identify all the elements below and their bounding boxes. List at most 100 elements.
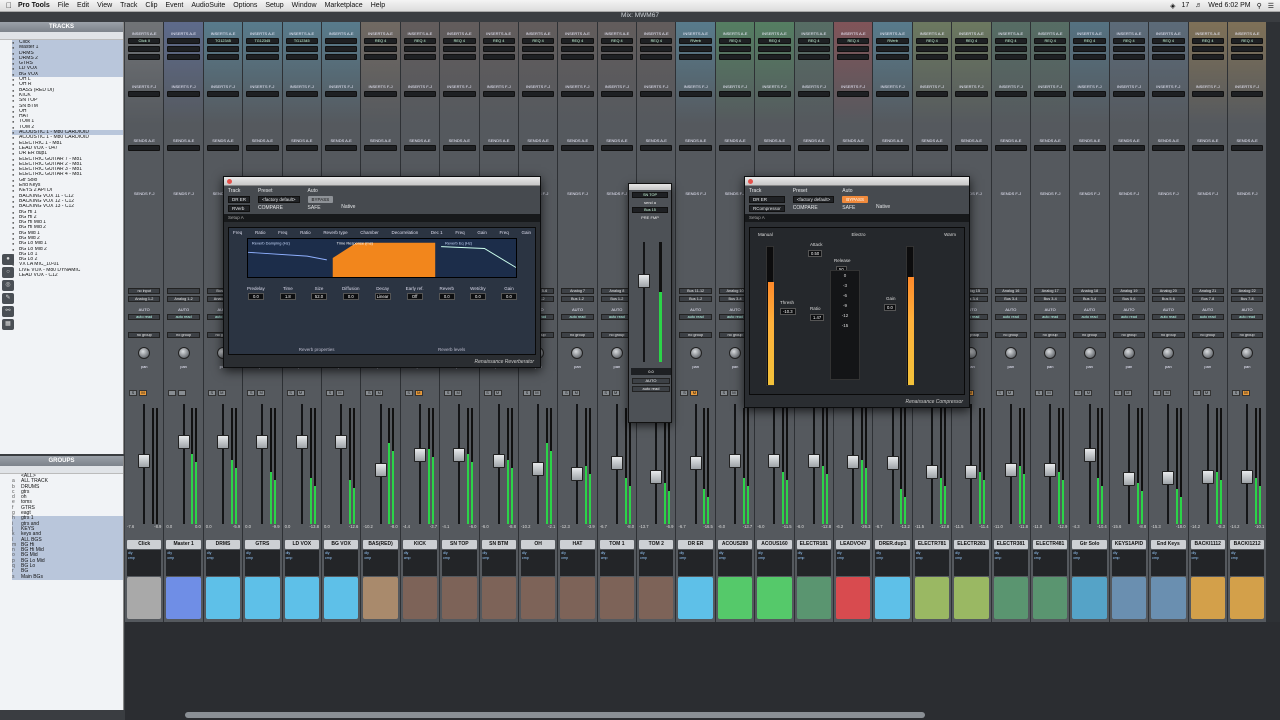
solo-button[interactable]: S	[719, 390, 728, 396]
input-selector[interactable]: Bus 11-12	[679, 288, 712, 294]
volume-value[interactable]: -13.7	[639, 524, 649, 529]
insert-slot[interactable]: REQ 4	[1073, 38, 1106, 44]
automation-mode[interactable]: auto read	[561, 314, 594, 320]
mute-button[interactable]: M	[1202, 390, 1211, 396]
insert-slot[interactable]	[758, 54, 791, 60]
insert-slot[interactable]: REQ 4	[718, 38, 752, 44]
track-name[interactable]: TOM 2	[639, 540, 674, 549]
insert-slot[interactable]	[1073, 54, 1106, 60]
volume-fader[interactable]	[807, 453, 820, 468]
send-slot[interactable]	[285, 145, 318, 151]
reverb-type-value[interactable]: Chamber	[360, 230, 379, 235]
insert-slot[interactable]	[797, 46, 831, 52]
insert-selector[interactable]: RCompressor	[749, 205, 785, 212]
insert-slot[interactable]	[718, 54, 752, 60]
track-name[interactable]: Gtr Solo	[1072, 540, 1107, 549]
solo-button[interactable]: S	[1153, 390, 1162, 396]
insert-slot[interactable]	[167, 91, 200, 97]
insert-slot[interactable]	[1191, 54, 1224, 60]
volume-fader[interactable]	[1083, 448, 1096, 462]
output-selector[interactable]: Bus 5-6	[1152, 296, 1185, 302]
fader-track[interactable]	[576, 404, 579, 524]
send-slot[interactable]	[1073, 145, 1106, 151]
volume-fader[interactable]	[768, 453, 781, 468]
send-slot[interactable]	[758, 145, 791, 151]
insert-slot[interactable]	[797, 91, 831, 97]
volume-value[interactable]: -15.6	[1112, 524, 1122, 529]
volume-fader[interactable]	[177, 434, 190, 449]
track-selector[interactable]: DR ER	[749, 196, 785, 203]
insert-slot[interactable]	[521, 46, 555, 52]
reverb-control-value[interactable]: 0.0	[438, 293, 455, 300]
reverb-control[interactable]: Size 52.0	[310, 286, 327, 300]
output-selector[interactable]: Bus 3-4	[994, 296, 1027, 302]
track-name[interactable]: BAS(RED)	[363, 540, 398, 549]
menu-audiosuite[interactable]: AudioSuite	[191, 2, 225, 9]
insert-slot[interactable]: REQ 4	[640, 38, 673, 44]
mute-button[interactable]: M	[414, 390, 423, 396]
send-slot[interactable]	[443, 145, 476, 151]
automation-mode[interactable]: auto read	[1112, 314, 1146, 320]
solo-button[interactable]: S	[404, 390, 413, 396]
send-slot[interactable]	[1152, 145, 1185, 151]
automation-mode[interactable]: auto read	[1230, 314, 1264, 320]
insert-slot[interactable]	[1112, 54, 1146, 60]
pan-knob[interactable]	[1122, 347, 1135, 359]
send-auto-mode[interactable]: auto read	[632, 386, 670, 392]
volume-value[interactable]: -14.2	[1230, 524, 1240, 529]
reverb-control-value[interactable]: 0.0	[247, 293, 264, 300]
solo-button[interactable]: S	[444, 390, 453, 396]
insert-slot[interactable]	[324, 91, 358, 97]
manual-mode[interactable]: Manual	[758, 232, 773, 237]
track-color-bar[interactable]	[599, 577, 635, 619]
send-slot[interactable]	[521, 145, 555, 151]
group-selector[interactable]: no group	[1073, 332, 1106, 338]
insert-slot[interactable]	[246, 91, 279, 97]
volume-fader[interactable]	[1122, 472, 1135, 487]
reverb-control[interactable]: Wet/dry 0.0	[469, 286, 486, 300]
reverb-titlebar[interactable]	[224, 177, 540, 186]
insert-slot[interactable]	[640, 91, 673, 97]
insert-slot[interactable]: REQ 4	[482, 38, 515, 44]
reverb-control[interactable]: Time 1.8	[279, 286, 296, 300]
clock[interactable]: Wed 6:02 PM	[1208, 2, 1250, 9]
volume-icon[interactable]: ♬	[1195, 2, 1202, 9]
insert-slot[interactable]	[285, 91, 318, 97]
insert-slot[interactable]	[403, 54, 437, 60]
reverb-control-value[interactable]: 0.0	[342, 293, 359, 300]
insert-slot[interactable]	[1230, 91, 1264, 97]
track-name[interactable]: End Keys	[1151, 540, 1186, 549]
insert-slot[interactable]	[915, 54, 949, 60]
insert-slot[interactable]: REQ 4	[994, 38, 1027, 44]
electro-mode[interactable]: Electro	[851, 232, 865, 237]
insert-slot[interactable]	[403, 91, 437, 97]
send-slot[interactable]	[1033, 145, 1067, 151]
track-name[interactable]: HAT	[560, 540, 595, 549]
track-name[interactable]: ACOUS160	[757, 540, 792, 549]
reverb-control-value[interactable]: 1.8	[279, 293, 296, 300]
track-name[interactable]: ELECTR281	[954, 540, 989, 549]
insert-slot[interactable]	[758, 46, 791, 52]
insert-slot[interactable]	[482, 91, 515, 97]
insert-slot[interactable]	[482, 54, 515, 60]
insert-slot[interactable]	[443, 91, 476, 97]
mute-button[interactable]: M	[729, 390, 738, 396]
fader-track[interactable]	[1167, 404, 1170, 524]
fader-track[interactable]	[300, 404, 303, 524]
preset-selector[interactable]: <factory default>	[792, 196, 835, 203]
pan-knob[interactable]	[138, 347, 151, 359]
pan-knob[interactable]	[1241, 347, 1254, 359]
compare-button[interactable]: COMPARE	[258, 205, 300, 211]
automation-mode[interactable]: auto read	[128, 314, 161, 320]
menu-track[interactable]: Track	[120, 2, 137, 9]
insert-slot[interactable]	[600, 91, 634, 97]
input-icon[interactable]: ◎	[2, 280, 14, 291]
menu-view[interactable]: View	[97, 2, 112, 9]
volume-fader[interactable]	[295, 434, 308, 449]
group-selector[interactable]: no group	[1112, 332, 1146, 338]
fader-track[interactable]	[1206, 404, 1209, 524]
volume-value[interactable]: -15.3	[1151, 524, 1161, 529]
track-color-bar[interactable]	[166, 577, 201, 619]
automation-mode[interactable]: auto read	[994, 314, 1027, 320]
insert-slot[interactable]: REQ 4	[1152, 38, 1185, 44]
